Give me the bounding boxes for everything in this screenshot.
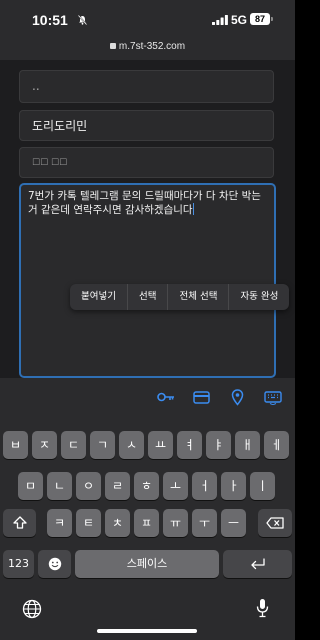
- numbers-key[interactable]: 123: [3, 550, 34, 578]
- contact-field[interactable]: ☐☐ ☐☐: [19, 147, 274, 178]
- return-arrow-icon: [250, 558, 265, 570]
- edit-context-menu: 붙여넣기 선택 전체 선택 자동 완성: [70, 284, 290, 310]
- key[interactable]: ㅍ: [134, 509, 159, 537]
- clock: 10:51: [32, 12, 68, 28]
- url-text: m.7st-352.com: [118, 41, 186, 52]
- shift-arrow-icon: [12, 516, 27, 529]
- key[interactable]: ㅐ: [235, 431, 260, 459]
- key[interactable]: ㄹ: [105, 472, 130, 500]
- credit-card-icon[interactable]: [193, 391, 210, 404]
- space-bar[interactable]: 스페이스: [75, 550, 219, 578]
- network-type: 5G: [231, 13, 248, 27]
- key[interactable]: ㅇ: [76, 472, 101, 500]
- form-field-1[interactable]: ..: [19, 70, 274, 103]
- key[interactable]: ㅔ: [264, 431, 289, 459]
- key[interactable]: ㅅ: [119, 431, 144, 459]
- key[interactable]: ㅛ: [148, 431, 173, 459]
- cellular-signal-icon: [212, 15, 228, 25]
- url-bar[interactable]: m.7st-352.com: [0, 40, 295, 60]
- key[interactable]: ㅊ: [105, 509, 130, 537]
- key[interactable]: ㅈ: [32, 431, 57, 459]
- status-bar: 10:51 5G 87: [0, 0, 295, 40]
- backspace-key[interactable]: [258, 509, 292, 537]
- return-key[interactable]: [223, 550, 292, 578]
- keyboard-accessory-bar: [0, 378, 295, 418]
- key[interactable]: ㅡ: [221, 509, 246, 537]
- emoji-icon: [48, 557, 61, 571]
- microphone-icon[interactable]: [256, 598, 269, 618]
- menu-item-autofill[interactable]: 자동 완성: [229, 284, 289, 310]
- message-textarea[interactable]: 7번가 카톡 텔레그램 문의 드릴때마다가 다 차단 박는거 같은데 연락주시면…: [19, 183, 276, 378]
- home-indicator[interactable]: [97, 629, 197, 633]
- key[interactable]: ㅌ: [76, 509, 101, 537]
- menu-item-select[interactable]: 선택: [128, 284, 169, 310]
- key[interactable]: ㅎ: [134, 472, 159, 500]
- key[interactable]: ㅋ: [47, 509, 72, 537]
- key[interactable]: ㅓ: [192, 472, 217, 500]
- menu-item-paste[interactable]: 붙여넣기: [70, 284, 128, 310]
- location-pin-icon[interactable]: [231, 389, 244, 406]
- key[interactable]: ㄷ: [61, 431, 86, 459]
- key[interactable]: ㄴ: [47, 472, 72, 500]
- text-caret: [192, 203, 195, 215]
- key[interactable]: ㅕ: [177, 431, 202, 459]
- web-page: .. 도리도리민 ☐☐ ☐☐ 7번가 카톡 텔레그램 문의 드릴때마다가 다 차…: [0, 60, 295, 378]
- key[interactable]: ㅗ: [163, 472, 188, 500]
- emoji-key[interactable]: [38, 550, 71, 578]
- key[interactable]: ㅁ: [18, 472, 43, 500]
- keyboard: ㅂ ㅈ ㄷ ㄱ ㅅ ㅛ ㅕ ㅑ ㅐ ㅔ ㅁ ㄴ ㅇ ㄹ ㅎ ㅗ ㅓ ㅏ ㅣ ㅋ …: [0, 418, 295, 640]
- bell-slash-icon: [78, 15, 87, 25]
- key[interactable]: ㅂ: [3, 431, 28, 459]
- key[interactable]: ㅏ: [221, 472, 246, 500]
- key-icon[interactable]: [157, 391, 175, 403]
- backspace-icon: [266, 517, 284, 529]
- message-text: 7번가 카톡 텔레그램 문의 드릴때마다가 다 차단 박는거 같은데 연락주시면…: [28, 190, 261, 216]
- shift-key[interactable]: [3, 509, 36, 537]
- key[interactable]: ㅑ: [206, 431, 231, 459]
- key[interactable]: ㅠ: [163, 509, 188, 537]
- globe-icon[interactable]: [22, 599, 42, 619]
- keyboard-icon[interactable]: [264, 391, 282, 405]
- battery-icon: 87: [250, 13, 273, 25]
- key[interactable]: ㅜ: [192, 509, 217, 537]
- menu-item-select-all[interactable]: 전체 선택: [168, 284, 230, 310]
- key[interactable]: ㅣ: [250, 472, 275, 500]
- lock-icon: [109, 43, 116, 49]
- name-field[interactable]: 도리도리민: [19, 110, 274, 141]
- key[interactable]: ㄱ: [90, 431, 115, 459]
